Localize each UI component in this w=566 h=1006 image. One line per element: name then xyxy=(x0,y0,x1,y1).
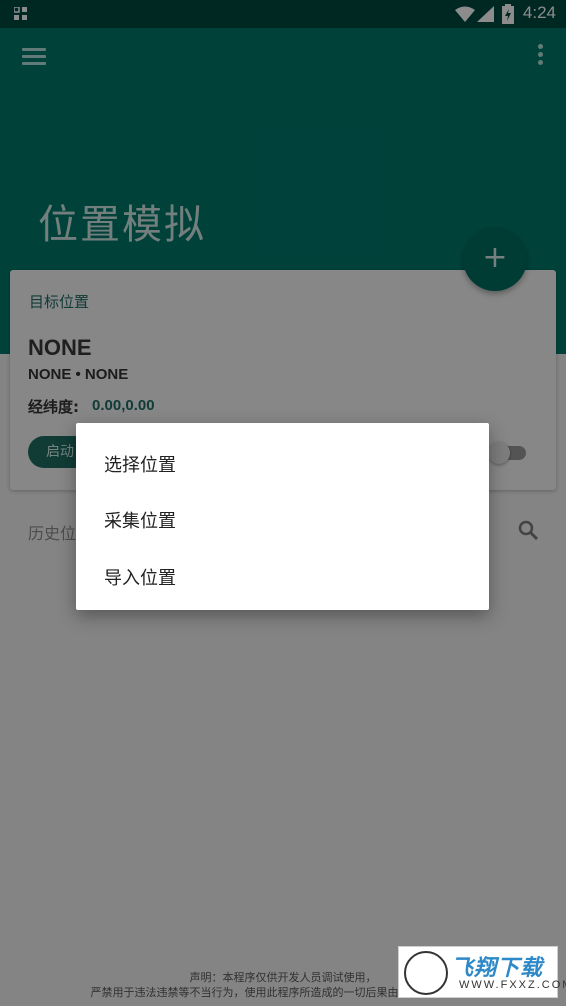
location-option-dialog: 选择位置 采集位置 导入位置 xyxy=(76,423,489,610)
dialog-item-select-location[interactable]: 选择位置 xyxy=(104,451,176,477)
dialog-item-collect-location[interactable]: 采集位置 xyxy=(104,507,176,533)
watermark-url: WWW.FXXZ.COM xyxy=(459,979,566,991)
watermark-icon xyxy=(404,951,448,995)
watermark-text: 飞翔下载 xyxy=(451,956,544,981)
dialog-item-import-location[interactable]: 导入位置 xyxy=(104,564,176,590)
watermark-logo: 飞翔下载 WWW.FXXZ.COM xyxy=(398,946,566,998)
